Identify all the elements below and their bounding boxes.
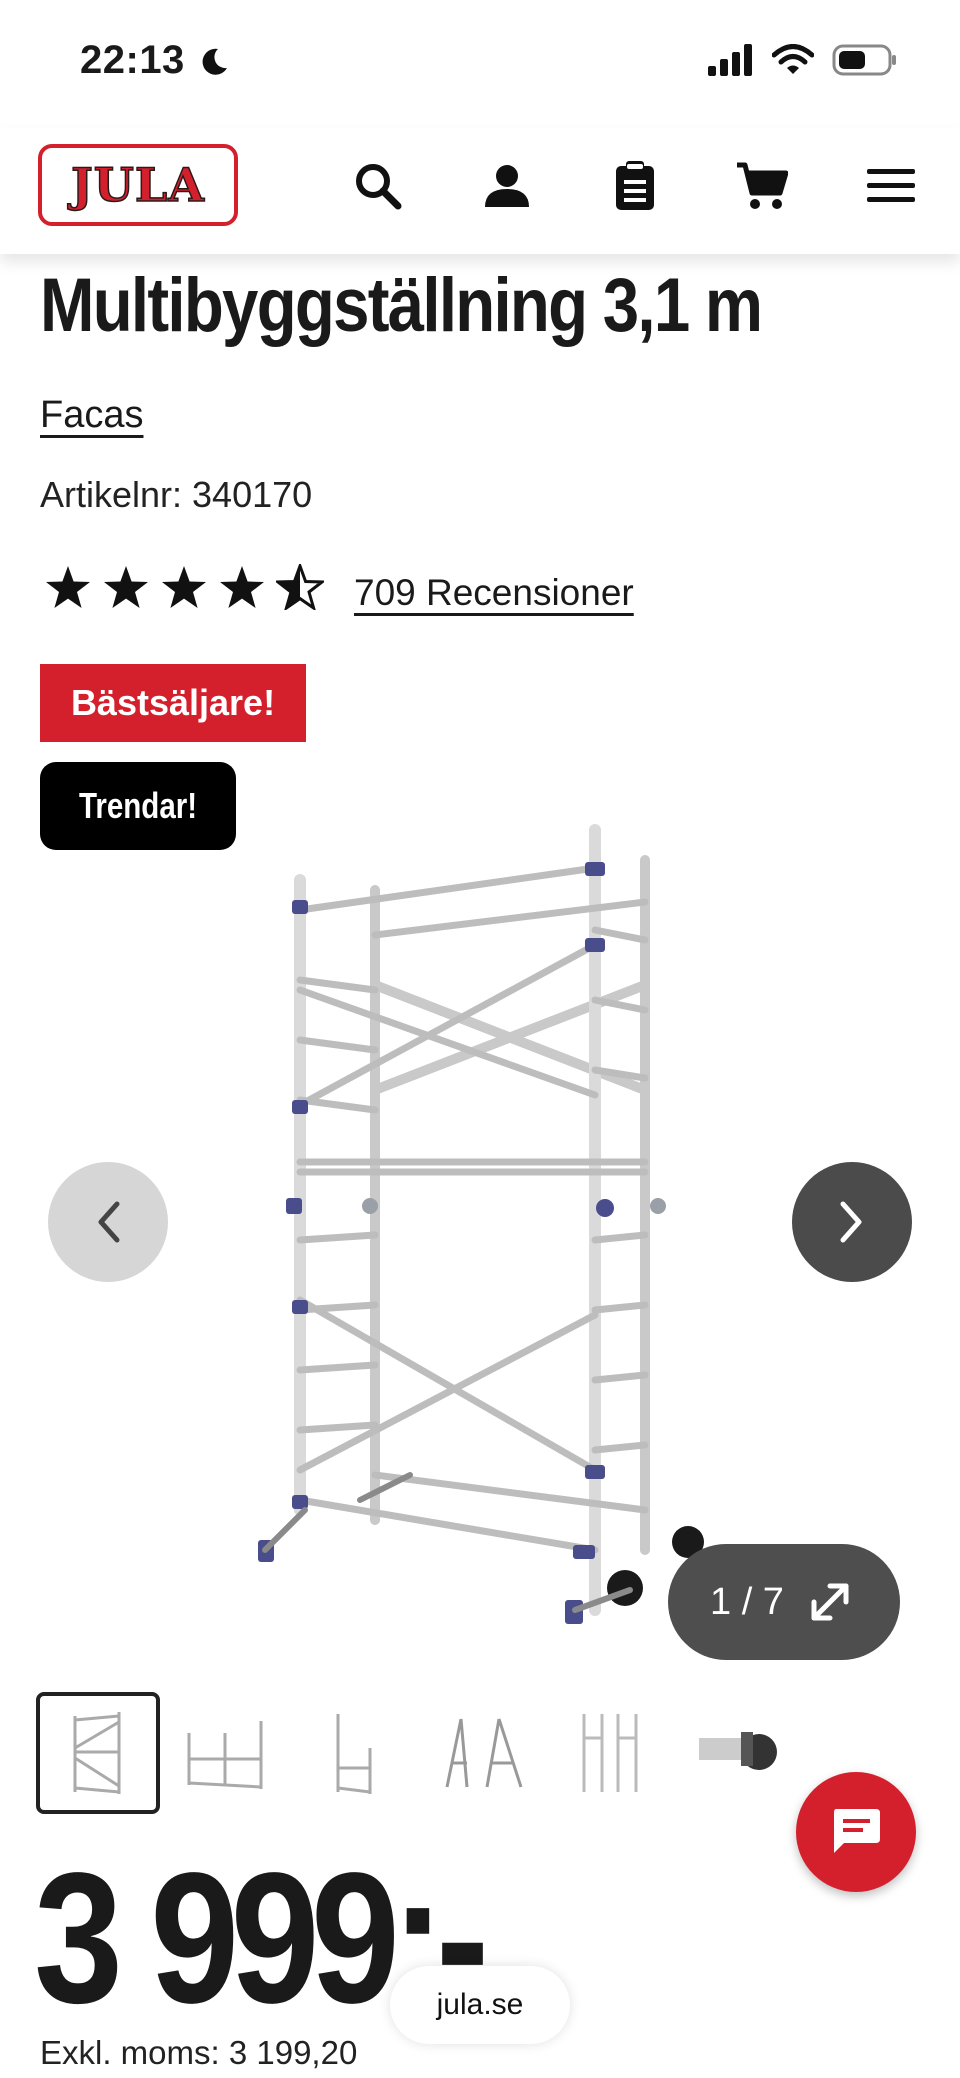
brand-link[interactable]: Facas [40,394,143,437]
bestseller-badge: Bästsäljare! [40,664,306,742]
chevron-right-icon [840,1201,862,1243]
star-icon [162,566,206,608]
half-star-icon [276,564,324,610]
gallery-counter: 1 / 7 [710,1580,784,1623]
reviews-link[interactable]: 709 Recensioner [354,572,634,614]
gallery-prev-button[interactable] [48,1162,168,1282]
product-title: Multibyggställning 3,1 m [40,263,763,348]
search-icon[interactable] [348,156,408,216]
wifi-icon [772,44,814,74]
signal-icon [708,44,752,76]
thumbnail-wheel-image [699,1732,777,1770]
battery-icon [832,44,896,76]
account-icon[interactable] [477,156,537,216]
thumbnail-4[interactable] [420,1692,544,1814]
star-icon [46,566,90,608]
gallery-next-button[interactable] [792,1162,912,1282]
chat-icon [834,1809,880,1853]
thumbnail-6[interactable] [676,1692,800,1814]
star-icon [104,566,148,608]
chat-button[interactable] [796,1772,916,1892]
star-icon [220,566,264,608]
status-time: 22:13 [80,38,185,82]
thumbnail-2[interactable] [164,1692,288,1814]
thumbnail-1[interactable] [36,1692,160,1814]
thumbnail-ladder-image [582,1714,638,1792]
status-bar: 22:13 [0,0,960,128]
thumbnail-scaffold-image [187,1721,263,1789]
moon-icon [202,48,227,75]
thumbnail-scaffold-image [73,1712,121,1794]
trending-badge-label: Trendar! [78,785,198,826]
clipboard-icon[interactable] [605,156,665,216]
product-image-scaffold[interactable] [240,810,720,1630]
expand-icon [811,1583,849,1621]
thumbnail-5[interactable] [548,1692,672,1814]
star-rating[interactable] [44,564,324,610]
jula-logo[interactable]: JULA [38,144,238,226]
thumbnail-3[interactable] [292,1692,416,1814]
gallery-counter-fullscreen-button[interactable]: 1 / 7 [668,1544,900,1660]
browser-url: jula.se [436,1988,524,2021]
price-ex-vat: Exkl. moms: 3 199,20 [40,2034,358,2071]
browser-url-bar[interactable]: jula.se [390,1966,570,2044]
cart-icon[interactable] [732,156,792,216]
thumbnail-ladder-image [445,1718,523,1788]
article-number: Artikelnr: 340170 [40,474,313,515]
site-header: JULA [0,128,960,254]
logo-text: JULA [70,157,205,213]
menu-icon[interactable] [861,156,921,216]
trending-badge: Trendar! [40,762,236,850]
chevron-left-icon [98,1201,120,1243]
status-indicators [708,44,898,76]
thumbnail-scaffold-image [336,1714,372,1794]
